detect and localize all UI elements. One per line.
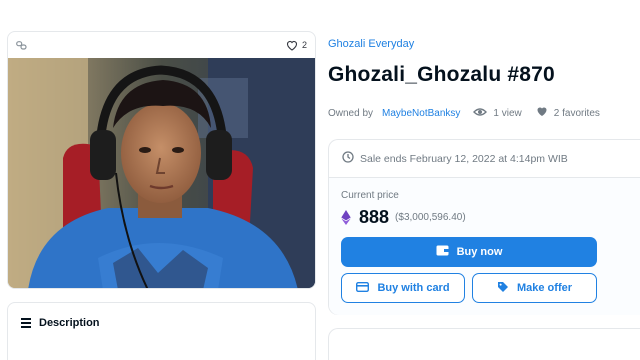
price-row: 888 ($3,000,596.40) [341, 207, 640, 228]
credit-card-icon [356, 281, 370, 295]
ethereum-icon [341, 210, 351, 225]
eye-icon [473, 107, 488, 120]
buy-now-label: Buy now [456, 246, 503, 258]
price-panel: Sale ends February 12, 2022 at 4:14pm WI… [328, 139, 640, 315]
chain-link-icon [16, 40, 27, 50]
heart-filled-icon [536, 106, 548, 120]
owner-info: Owned by MaybeNotBanksy [328, 108, 460, 119]
nft-image[interactable] [8, 58, 315, 288]
price-usd: ($3,000,596.40) [395, 212, 466, 223]
text-lines-icon [21, 316, 31, 330]
description-header[interactable]: Description [8, 303, 315, 343]
owner-link[interactable]: MaybeNotBanksy [382, 108, 460, 119]
description-heading: Description [39, 317, 100, 329]
clock-icon [342, 151, 354, 166]
views-info: 1 view [473, 107, 522, 120]
sale-end-text: Sale ends February 12, 2022 at 4:14pm WI… [360, 152, 568, 165]
item-meta-row: Owned by MaybeNotBanksy 1 view 2 favorit… [328, 106, 600, 120]
price-body: Current price 888 ($3,000,596.40) Buy no… [329, 178, 640, 315]
item-title: Ghozali_Ghozalu #870 [328, 63, 555, 86]
price-value: 888 [359, 207, 390, 227]
favorites-count: 2 favorites [553, 107, 600, 119]
favorite-button[interactable]: 2 [286, 40, 307, 51]
current-price-label: Current price [341, 190, 399, 201]
favorite-count: 2 [301, 40, 307, 50]
nft-media-card: 2 [7, 31, 316, 289]
tag-icon [497, 281, 509, 296]
wallet-icon [436, 245, 449, 259]
description-panel[interactable]: Description [7, 302, 316, 360]
collection-link[interactable]: Ghozali Everyday [328, 38, 414, 50]
next-panel [328, 328, 640, 360]
favorites-info: 2 favorites [536, 106, 600, 120]
views-count: 1 view [493, 107, 522, 119]
owned-by-label: Owned by [328, 107, 374, 119]
buy-now-button[interactable]: Buy now [341, 237, 597, 267]
buy-with-card-button[interactable]: Buy with card [341, 273, 465, 303]
sale-end-row: Sale ends February 12, 2022 at 4:14pm WI… [329, 140, 640, 178]
heart-outline-icon [286, 40, 298, 51]
make-offer-button[interactable]: Make offer [472, 273, 597, 303]
make-offer-label: Make offer [516, 282, 573, 294]
card-header: 2 [8, 32, 315, 58]
buy-with-card-label: Buy with card [377, 282, 450, 294]
